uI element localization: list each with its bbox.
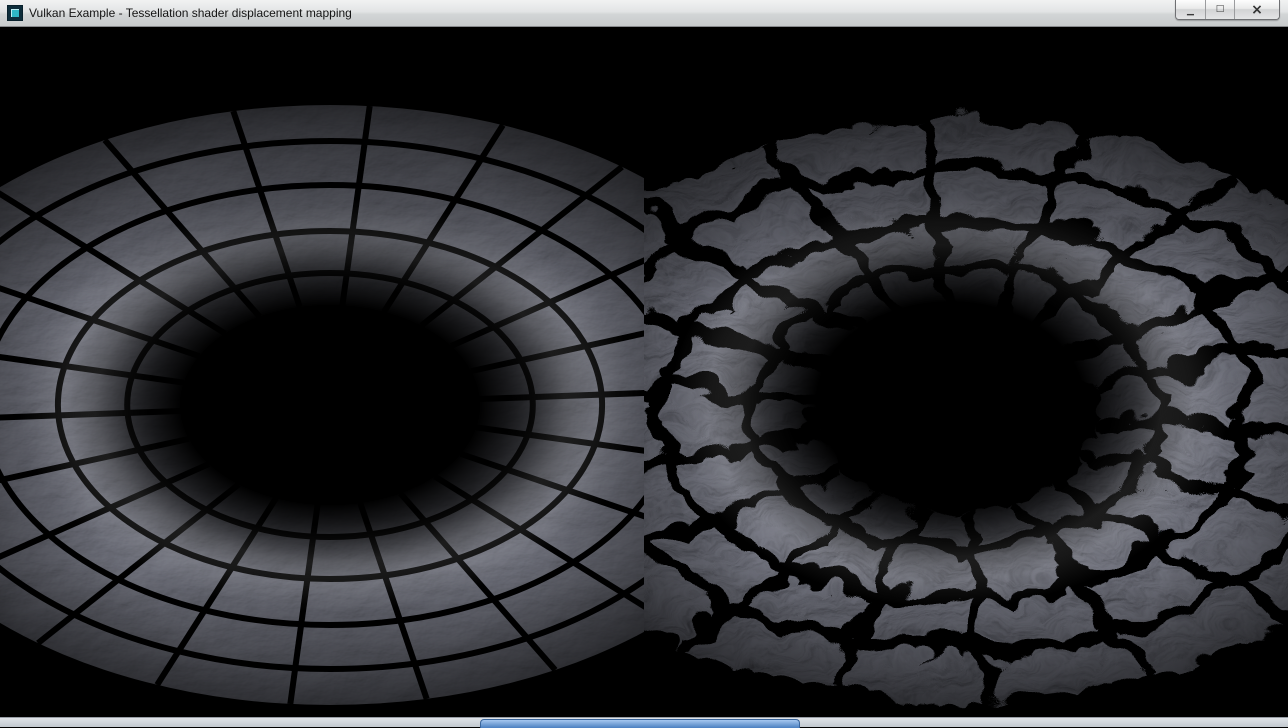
minimize-button[interactable]: ▁ — [1176, 0, 1205, 19]
window-titlebar[interactable]: Vulkan Example - Tessellation shader dis… — [0, 0, 1288, 27]
minimize-icon: ▁ — [1187, 7, 1194, 16]
maximize-button[interactable]: □ — [1205, 0, 1234, 19]
torus-flat-render — [0, 27, 644, 717]
window-title: Vulkan Example - Tessellation shader dis… — [29, 6, 352, 20]
window-controls: ▁ □ × — [1175, 0, 1280, 20]
window-icon[interactable] — [7, 5, 23, 21]
torus-displaced-render — [644, 27, 1288, 717]
background-window-strip[interactable] — [0, 717, 1288, 727]
background-window-titlebar[interactable] — [480, 719, 800, 728]
maximize-icon: □ — [1216, 5, 1225, 14]
vulkan-icon — [11, 9, 19, 17]
close-icon: × — [1251, 3, 1263, 17]
render-viewport[interactable] — [0, 27, 1288, 717]
close-button[interactable]: × — [1234, 0, 1279, 19]
app-window: Vulkan Example - Tessellation shader dis… — [0, 0, 1288, 728]
